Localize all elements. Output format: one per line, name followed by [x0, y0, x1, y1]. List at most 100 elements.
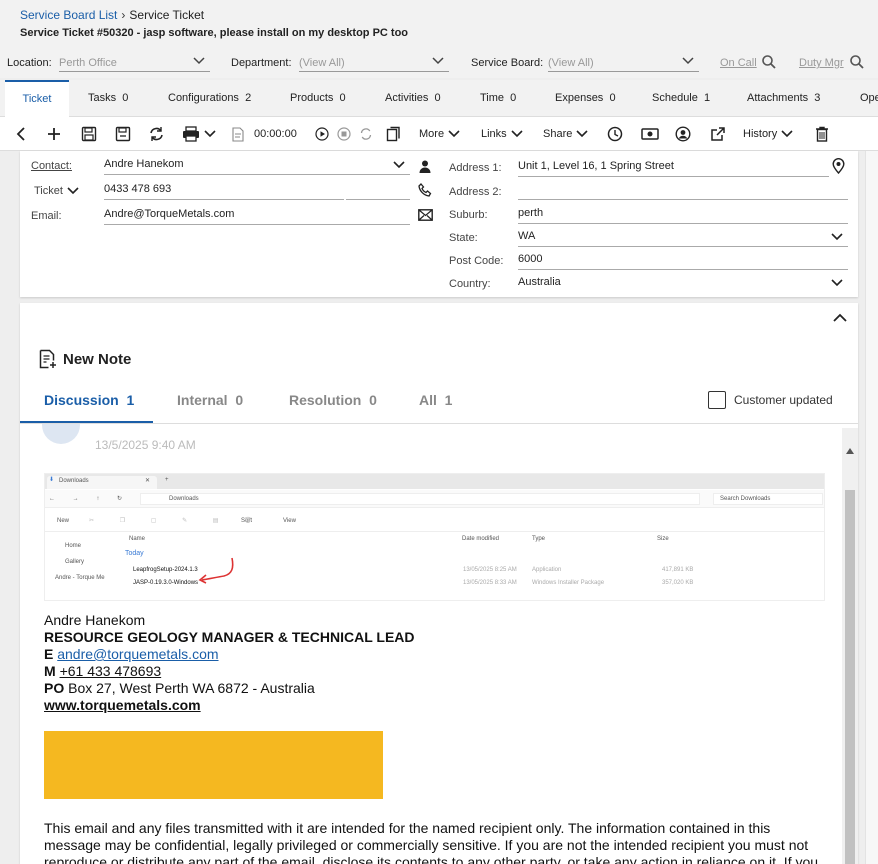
- page-title: Service Ticket #50320 - jasp software, p…: [20, 27, 409, 39]
- map-pin-icon[interactable]: [832, 158, 845, 174]
- note-timer-button[interactable]: [232, 124, 244, 144]
- file-type-1: Application: [532, 567, 562, 573]
- nav-home: Home: [65, 543, 82, 549]
- tab-ope[interactable]: Ope: [860, 80, 878, 117]
- tab-label: Discussion: [44, 392, 119, 408]
- country-select[interactable]: Australia: [518, 273, 848, 293]
- contact-button[interactable]: [675, 124, 691, 144]
- tab-time[interactable]: Time 0: [480, 80, 516, 117]
- phone-field[interactable]: 0433 478 693: [104, 180, 344, 200]
- timer-play-button[interactable]: [315, 124, 329, 144]
- tab-label: Tasks: [88, 92, 117, 104]
- save-close-button[interactable]: [115, 124, 131, 144]
- new-note-icon: [39, 349, 56, 369]
- save-close-icon: [115, 126, 131, 142]
- signature-mobile-link[interactable]: +61 433 478693: [60, 663, 162, 679]
- location-label: Location:: [7, 57, 52, 69]
- tab-expenses[interactable]: Expenses 0: [555, 80, 616, 117]
- tab-resolution[interactable]: Resolution 0: [289, 392, 377, 408]
- reset-icon: [360, 128, 372, 140]
- email-field[interactable]: Andre@TorqueMetals.com: [104, 205, 410, 225]
- tab-schedule[interactable]: Schedule 1: [652, 80, 710, 117]
- breadcrumb: Service Board List › Service Ticket: [20, 8, 204, 22]
- department-select[interactable]: (View All): [299, 54, 449, 72]
- customer-updated-checkbox[interactable]: Customer updated: [708, 391, 833, 409]
- share-menu-button[interactable]: Share: [543, 124, 589, 144]
- tab-count: 1: [444, 392, 453, 408]
- search-icon[interactable]: [849, 54, 865, 70]
- tab-discussion[interactable]: Discussion 1: [44, 392, 134, 408]
- tab-all[interactable]: All 1: [419, 392, 452, 408]
- copy-icon: [386, 126, 400, 142]
- tab-count: 1: [704, 92, 711, 104]
- tab-count: 1: [126, 392, 135, 408]
- back-button[interactable]: [14, 124, 28, 144]
- service-board-select[interactable]: (View All): [548, 54, 699, 72]
- suburb-value: perth: [518, 207, 544, 219]
- save-icon: [81, 126, 97, 142]
- tab-label: Activities: [385, 92, 429, 104]
- expense-button[interactable]: [641, 124, 659, 144]
- address1-field[interactable]: Unit 1, Level 16, 1 Spring Street: [518, 157, 829, 177]
- signature-po-line: PO Box 27, West Perth WA 6872 - Australi…: [44, 680, 315, 696]
- tab-products[interactable]: Products 0: [290, 80, 346, 117]
- postcode-field[interactable]: 6000: [518, 250, 848, 270]
- department-value: (View All): [299, 57, 345, 69]
- links-menu-button[interactable]: Links: [481, 124, 524, 144]
- save-button[interactable]: [81, 124, 97, 144]
- scroll-up-icon[interactable]: [846, 448, 854, 454]
- contact-label[interactable]: Contact:: [31, 160, 72, 172]
- chevron-up-icon[interactable]: [832, 311, 848, 325]
- print-button[interactable]: [182, 124, 217, 144]
- tab-label: Internal: [177, 392, 228, 408]
- signature-website-link[interactable]: www.torquemetals.com: [44, 697, 201, 713]
- timer-stop-button[interactable]: [337, 124, 351, 144]
- tab-count: 0: [122, 92, 129, 104]
- location-select[interactable]: Perth Office: [59, 54, 210, 72]
- delete-button[interactable]: [815, 124, 829, 144]
- chevron-down-icon: [781, 130, 793, 138]
- on-call-link[interactable]: On Call: [720, 57, 757, 69]
- phone-ext-field[interactable]: [346, 180, 410, 200]
- envelope-icon[interactable]: [418, 209, 433, 221]
- tab-internal[interactable]: Internal 0: [177, 392, 243, 408]
- new-note-label: New Note: [63, 350, 132, 368]
- tab-tasks[interactable]: Tasks 0: [88, 80, 128, 117]
- ticket-type-label: Ticket: [34, 185, 63, 197]
- phone-icon[interactable]: [418, 183, 432, 197]
- external-link-icon: [711, 127, 725, 141]
- state-select[interactable]: WA: [518, 227, 848, 247]
- history-menu-button[interactable]: History: [743, 124, 794, 144]
- tab-count: 0: [609, 92, 616, 104]
- ticket-type-select[interactable]: Ticket: [34, 184, 80, 198]
- scrollbar-thumb[interactable]: [845, 490, 855, 864]
- state-value: WA: [518, 230, 536, 242]
- person-icon[interactable]: [419, 160, 431, 173]
- tab-activities[interactable]: Activities 0: [385, 80, 441, 117]
- open-external-button[interactable]: [710, 124, 726, 144]
- search-icon[interactable]: [761, 54, 777, 70]
- note-viewport: 13/5/2025 9:40 AM ⬇ Downloads ✕ + ← → ↑ …: [20, 424, 842, 864]
- refresh-button[interactable]: [148, 124, 165, 144]
- signature-email-link[interactable]: andre@torquemetals.com: [57, 646, 218, 662]
- timer-reset-button[interactable]: [359, 124, 373, 144]
- add-button[interactable]: [46, 124, 62, 144]
- duty-mgr-link[interactable]: Duty Mgr: [799, 57, 844, 69]
- email-prefix: E: [44, 646, 54, 662]
- refresh-icon: [150, 127, 163, 141]
- suburb-field[interactable]: perth: [518, 204, 848, 224]
- contact-select[interactable]: Andre Hanekom: [104, 155, 410, 175]
- breadcrumb-parent-link[interactable]: Service Board List: [20, 8, 117, 22]
- tab-configurations[interactable]: Configurations 2: [168, 80, 251, 117]
- new-note-button[interactable]: New Note: [39, 349, 131, 369]
- tab-attachments[interactable]: Attachments 3: [747, 80, 820, 117]
- chevron-down-icon: [682, 57, 694, 65]
- tab-ticket[interactable]: Ticket: [5, 80, 69, 117]
- copy-button[interactable]: [386, 124, 401, 144]
- tab-count: 0: [434, 92, 441, 104]
- tab-label: All: [419, 392, 437, 408]
- address2-field[interactable]: [518, 180, 848, 200]
- more-menu-button[interactable]: More: [419, 124, 461, 144]
- note-scrollbar[interactable]: [842, 428, 858, 864]
- clock-button[interactable]: [607, 124, 623, 144]
